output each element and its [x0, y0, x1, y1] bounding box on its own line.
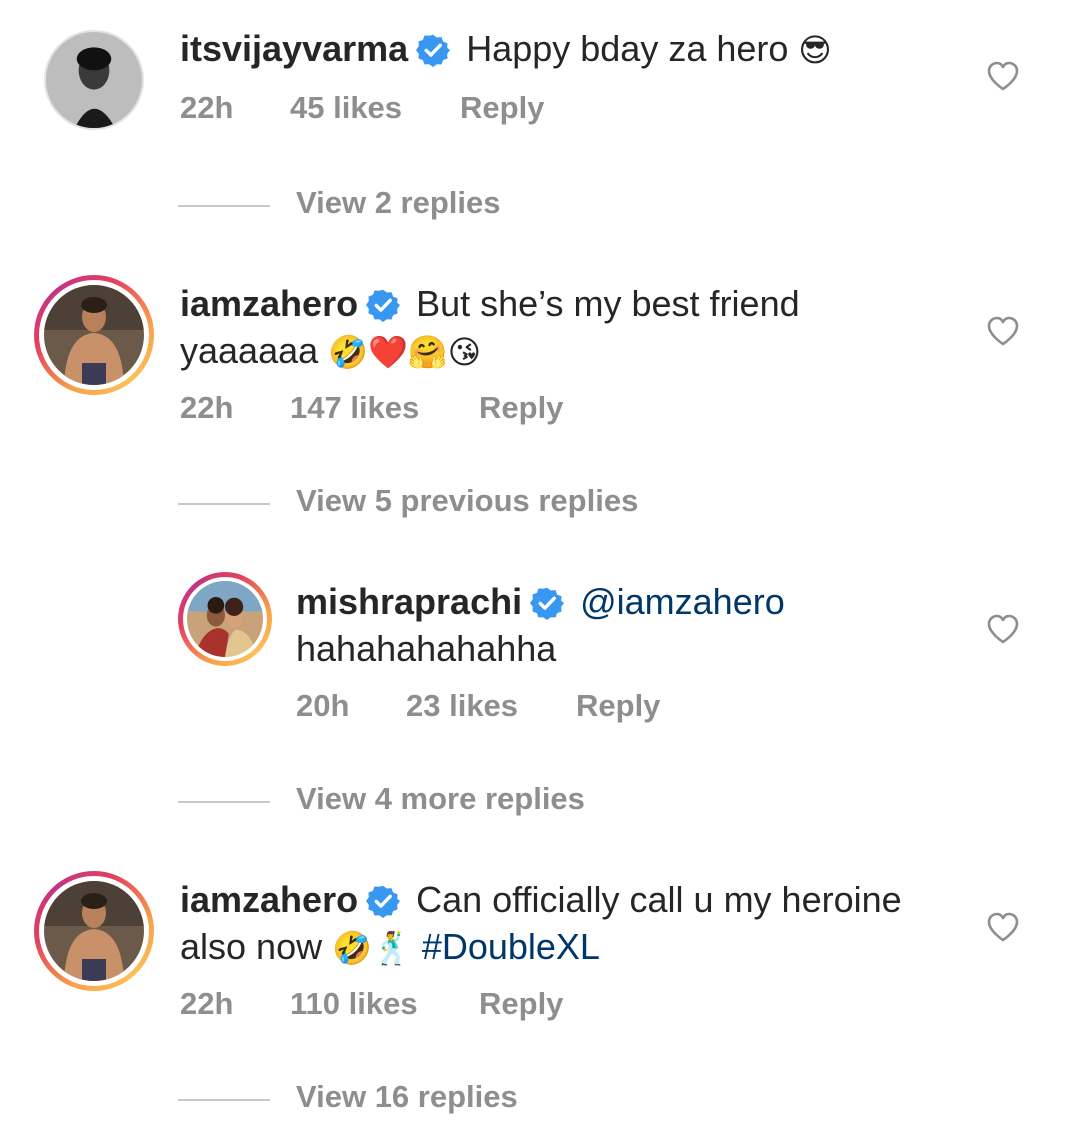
reply-button[interactable]: Reply	[576, 688, 660, 724]
divider-line	[178, 503, 270, 505]
comment-emoji: 🤣❤️🤗😘	[328, 333, 482, 371]
avatar-mishraprachi[interactable]	[178, 572, 272, 666]
mention-link[interactable]: @iamzahero	[580, 581, 785, 622]
avatar-itsvijayvarma[interactable]	[44, 30, 144, 130]
comment-username[interactable]: iamzahero	[180, 879, 358, 920]
verified-badge-icon	[366, 884, 401, 918]
comment-likes[interactable]: 110 likes	[290, 986, 418, 1022]
view-replies-label[interactable]: View 4 more replies	[296, 781, 585, 817]
view-replies-label[interactable]: View 2 replies	[296, 185, 501, 221]
comment-username[interactable]: mishraprachi	[296, 581, 522, 622]
comment-timestamp: 22h	[180, 390, 234, 425]
comment-text: But she’s my best friend	[416, 283, 800, 324]
comment-text-line2: yaaaaaa	[180, 330, 319, 371]
comment-likes[interactable]: 147 likes	[290, 390, 419, 426]
profile-photo	[44, 881, 144, 981]
reply-button[interactable]: Reply	[479, 986, 563, 1022]
like-heart-icon[interactable]	[986, 911, 1020, 943]
profile-photo	[187, 581, 263, 657]
divider-line	[178, 205, 270, 207]
view-replies-label[interactable]: View 5 previous replies	[296, 483, 638, 519]
comment-text: Can officially call u my heroine	[416, 879, 902, 920]
comment-text-line2: also now	[180, 926, 323, 967]
comment-emoji: 🤣🕺	[332, 929, 412, 967]
like-heart-icon[interactable]	[986, 613, 1020, 645]
like-heart-icon[interactable]	[986, 60, 1020, 92]
comment-text: Happy bday za hero	[466, 28, 789, 69]
comment-username[interactable]: itsvijayvarma	[180, 28, 408, 69]
view-replies-label[interactable]: View 16 replies	[296, 1079, 518, 1115]
reply-button[interactable]: Reply	[479, 390, 563, 426]
hashtag-link[interactable]: #DoubleXL	[422, 926, 600, 967]
verified-badge-icon	[416, 33, 451, 67]
comment-likes[interactable]: 23 likes	[406, 688, 518, 724]
profile-photo	[44, 285, 144, 385]
comment-emoji: 😎	[798, 31, 832, 69]
comment-timestamp: 20h	[296, 688, 350, 723]
verified-badge-icon	[530, 586, 565, 620]
avatar-iamzahero[interactable]	[34, 871, 154, 991]
comment-text-line2: hahahahahahha	[296, 628, 557, 669]
reply-button[interactable]: Reply	[460, 90, 544, 126]
divider-line	[178, 801, 270, 803]
comment-timestamp: 22h	[180, 986, 234, 1021]
avatar-iamzahero[interactable]	[34, 275, 154, 395]
profile-photo	[46, 32, 142, 128]
verified-badge-icon	[366, 288, 401, 322]
comment-likes[interactable]: 45 likes	[290, 90, 402, 126]
divider-line	[178, 1099, 270, 1101]
comment-username[interactable]: iamzahero	[180, 283, 358, 324]
comment-timestamp: 22h	[180, 90, 234, 125]
like-heart-icon[interactable]	[986, 315, 1020, 347]
